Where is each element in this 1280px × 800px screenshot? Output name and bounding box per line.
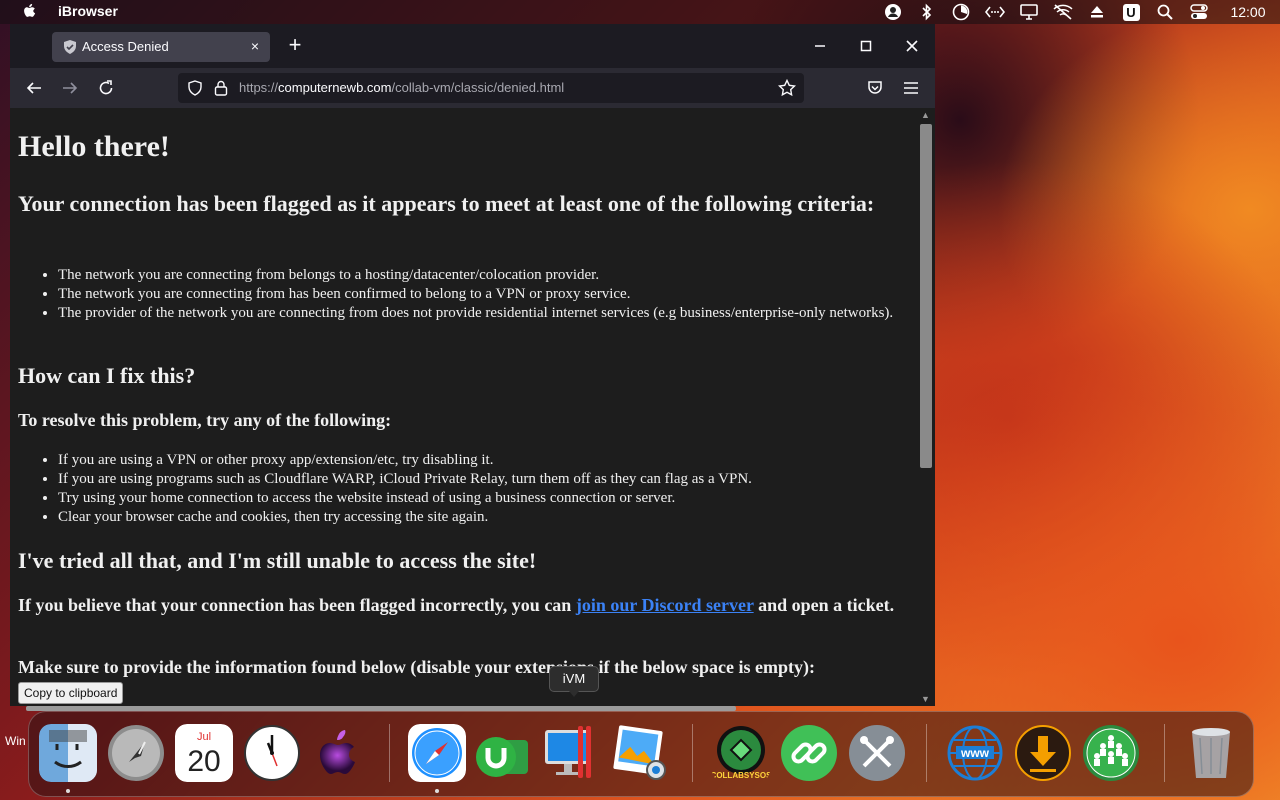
fix-heading: How can I fix this? bbox=[18, 363, 196, 388]
discord-link[interactable]: join our Discord server bbox=[576, 595, 754, 615]
apple-icon[interactable] bbox=[22, 2, 38, 20]
macos-icon[interactable] bbox=[307, 720, 369, 786]
provide-info-paragraph: Make sure to provide the information fou… bbox=[18, 657, 816, 677]
maximize-button[interactable] bbox=[843, 24, 889, 68]
list-item: The network you are connecting from has … bbox=[58, 285, 898, 304]
u-icon[interactable]: U bbox=[1114, 0, 1148, 24]
close-window-button[interactable] bbox=[889, 24, 935, 68]
paragraph-text: and open a ticket. bbox=[753, 595, 895, 615]
scroll-up-icon[interactable]: ▲ bbox=[921, 110, 930, 120]
address-bar[interactable]: https://computernewb.com/collab-vm/class… bbox=[178, 73, 804, 103]
hello-heading: Hello there! bbox=[18, 130, 170, 163]
browser-window: Access Denied × + https://computernewb.c… bbox=[10, 24, 935, 706]
list-item: The provider of the network you are conn… bbox=[58, 304, 898, 323]
timer-icon[interactable] bbox=[944, 0, 978, 24]
dock-separator bbox=[692, 724, 693, 782]
tab-title: Access Denied bbox=[82, 39, 169, 54]
running-indicator bbox=[66, 789, 70, 793]
utorrent-icon[interactable] bbox=[472, 720, 534, 786]
bookmark-star-icon[interactable] bbox=[778, 79, 796, 97]
link-icon[interactable] bbox=[778, 720, 840, 786]
list-item: The network you are connecting from belo… bbox=[58, 266, 898, 285]
downloader-icon[interactable] bbox=[1012, 720, 1074, 786]
back-arrow-icon[interactable] bbox=[20, 74, 48, 102]
safari-icon[interactable] bbox=[406, 720, 468, 786]
dock-separator bbox=[926, 724, 927, 782]
menu-bar: iBrowser U 12:00 bbox=[0, 0, 1280, 24]
list-item: Try using your home connection to access… bbox=[58, 489, 898, 508]
account-icon[interactable] bbox=[876, 0, 910, 24]
tracking-shield-icon[interactable] bbox=[186, 79, 204, 97]
ivm-icon[interactable] bbox=[540, 720, 602, 786]
clock-app-icon[interactable] bbox=[241, 720, 303, 786]
wifi-off-icon[interactable] bbox=[1046, 0, 1080, 24]
tab-bar: Access Denied × + bbox=[10, 24, 935, 68]
collabsysos-icon[interactable]: COLLABSYSOS bbox=[710, 720, 772, 786]
pocket-icon[interactable] bbox=[861, 74, 889, 102]
tab-close-icon[interactable]: × bbox=[246, 37, 264, 55]
bluetooth-icon[interactable] bbox=[910, 0, 944, 24]
community-icon[interactable] bbox=[1080, 720, 1142, 786]
fixes-list: If you are using a VPN or other proxy ap… bbox=[18, 451, 898, 527]
scrollbar-thumb[interactable] bbox=[920, 124, 932, 468]
calendar-month: Jul bbox=[197, 731, 211, 743]
scroll-down-icon[interactable]: ▼ bbox=[921, 694, 930, 704]
resolve-heading: To resolve this problem, try any of the … bbox=[18, 410, 392, 430]
list-item: Clear your browser cache and cookies, th… bbox=[58, 508, 898, 527]
criteria-list: The network you are connecting from belo… bbox=[18, 266, 898, 323]
eject-icon[interactable] bbox=[1080, 0, 1114, 24]
collabsysos-label: COLLABSYSOS bbox=[712, 771, 770, 780]
menu-hamburger-icon[interactable] bbox=[897, 74, 925, 102]
lock-icon[interactable] bbox=[212, 79, 230, 97]
dock-separator bbox=[1164, 724, 1165, 782]
tab-access-denied[interactable]: Access Denied × bbox=[52, 32, 270, 62]
page-content: Hello there! Your connection has been fl… bbox=[10, 108, 917, 706]
www-browser-icon[interactable]: www bbox=[944, 720, 1006, 786]
url-text[interactable]: https://computernewb.com/collab-vm/class… bbox=[239, 80, 564, 95]
finder-icon[interactable] bbox=[37, 720, 99, 786]
remote-icon[interactable] bbox=[978, 0, 1012, 24]
photos-icon[interactable] bbox=[608, 720, 670, 786]
new-tab-button[interactable]: + bbox=[284, 34, 306, 56]
trash-icon[interactable] bbox=[1180, 720, 1242, 786]
status-tray: U 12:00 bbox=[876, 0, 1280, 24]
navigation-toolbar: https://computernewb.com/collab-vm/class… bbox=[10, 68, 935, 108]
calendar-day: 20 bbox=[187, 745, 220, 778]
copy-to-clipboard-button[interactable]: Copy to clipboard bbox=[18, 682, 124, 704]
dock-separator bbox=[389, 724, 390, 782]
shield-favicon-icon bbox=[64, 40, 76, 54]
running-indicator bbox=[435, 789, 439, 793]
paragraph-text: If you believe that your connection has … bbox=[18, 595, 576, 615]
search-icon[interactable] bbox=[1148, 0, 1182, 24]
dock: Jul 20 COLLABSYSOS www bbox=[28, 711, 1254, 797]
flagged-heading: Your connection has been flagged as it a… bbox=[18, 191, 875, 216]
display-icon[interactable] bbox=[1012, 0, 1046, 24]
tried-heading: I've tried all that, and I'm still unabl… bbox=[18, 548, 537, 573]
list-item: If you are using programs such as Cloudf… bbox=[58, 470, 898, 489]
www-label: www bbox=[960, 746, 990, 760]
list-item: If you are using a VPN or other proxy ap… bbox=[58, 451, 898, 470]
reload-icon[interactable] bbox=[92, 74, 120, 102]
desktop-partial-text: Win bbox=[5, 734, 26, 748]
dock-tooltip: iVM bbox=[549, 666, 599, 697]
app-name[interactable]: iBrowser bbox=[58, 3, 118, 19]
launchpad-icon[interactable] bbox=[105, 720, 167, 786]
incorrect-flag-paragraph: If you believe that your connection has … bbox=[18, 594, 898, 616]
calendar-icon[interactable]: Jul 20 bbox=[173, 720, 235, 786]
clock-text[interactable]: 12:00 bbox=[1216, 0, 1280, 24]
forward-arrow-icon[interactable] bbox=[56, 74, 84, 102]
utilities-icon[interactable] bbox=[846, 720, 908, 786]
vertical-scrollbar[interactable]: ▲ ▼ bbox=[917, 108, 935, 706]
control-center-icon[interactable] bbox=[1182, 0, 1216, 24]
minimize-button[interactable] bbox=[797, 24, 843, 68]
